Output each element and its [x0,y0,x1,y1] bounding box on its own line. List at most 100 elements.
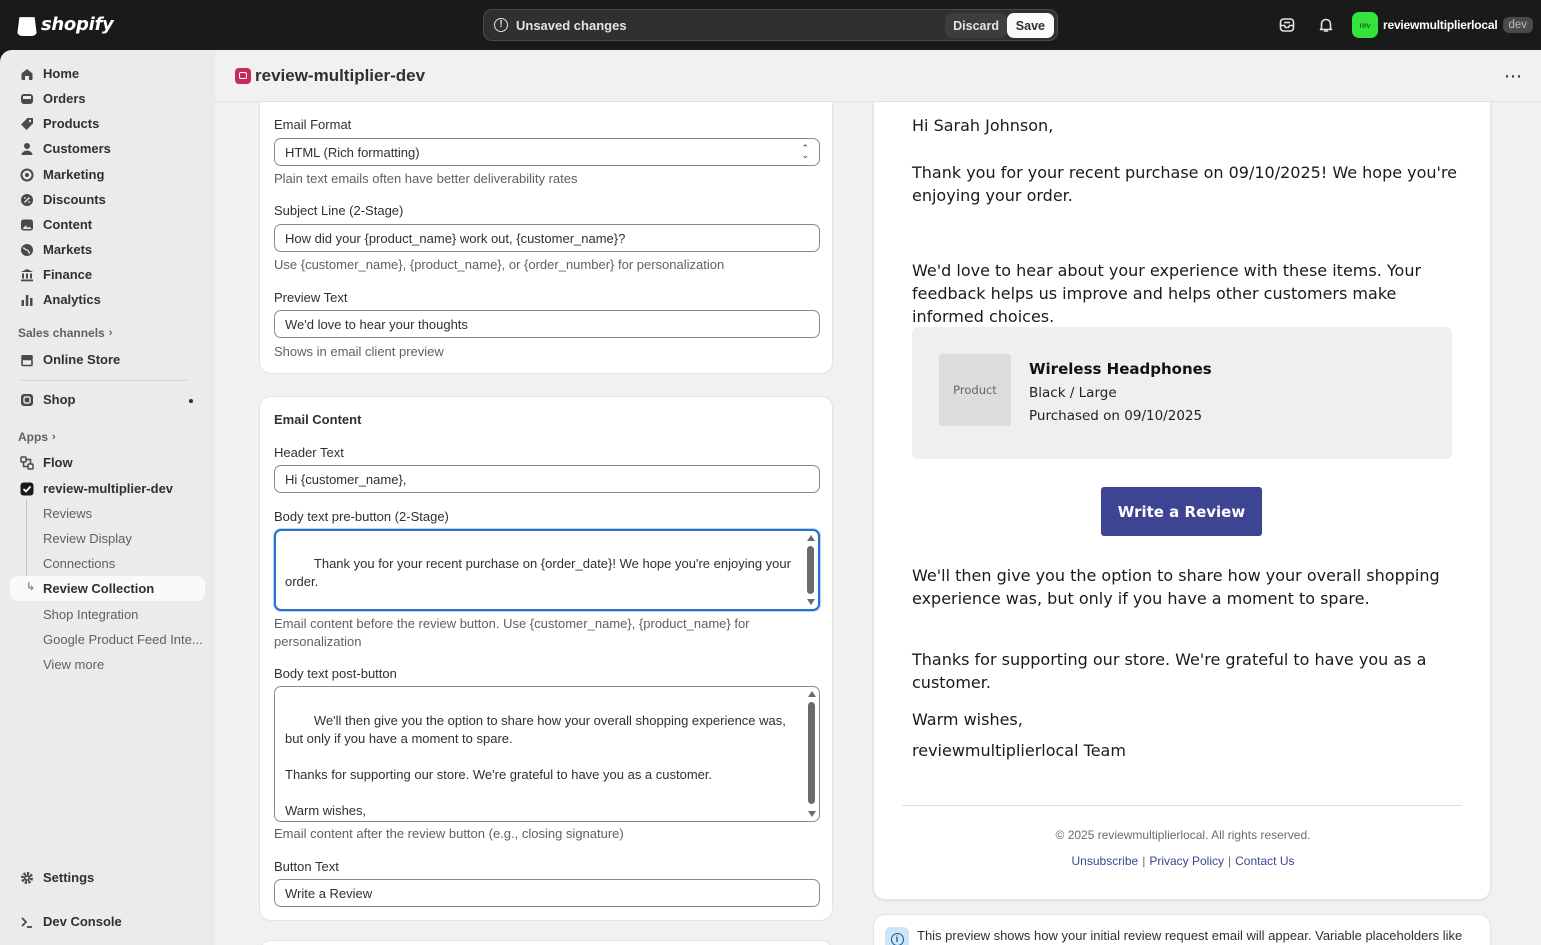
post-button-label: Body text post-button [274,666,397,681]
sidebar-item-label: Markets [43,242,93,257]
top-bar: shopify ! Unsaved changes Discard Save r… [0,0,1541,50]
write-review-button[interactable]: Write a Review [1101,487,1262,536]
scroll-thumb[interactable] [808,702,815,804]
shopify-logo[interactable]: shopify [17,13,114,36]
sidebar-item-marketing[interactable]: Marketing [10,162,205,187]
preview-paragraph-1: Thank you for your recent purchase on 09… [912,163,1458,205]
sidebar-item-label: Analytics [43,292,101,307]
preview-signoff: Warm wishes, [912,710,1023,729]
inbox-icon [20,92,34,106]
button-text-input[interactable]: Write a Review [274,879,820,907]
sidebar-item-label: Finance [43,267,93,282]
app-frame: Email Format HTML (Rich formatting) ⌃ ⌄ P… [238,102,1508,945]
sidebar-item-finance[interactable]: Finance [10,262,205,287]
header-text-input[interactable]: Hi {customer_name}, [274,465,820,493]
contact-us-link[interactable]: Contact Us [1235,854,1294,868]
sidebar-item-review-multiplier[interactable]: review-multiplier-dev [10,476,205,501]
more-actions-icon[interactable]: ⋯ [1504,66,1523,87]
app-title: review-multiplier-dev [255,65,426,85]
pre-button-label: Body text pre-button (2-Stage) [274,509,449,524]
apps-heading[interactable]: Apps › [18,430,56,444]
textarea-scrollbar[interactable] [805,535,816,605]
inbox-tray-icon[interactable] [1278,16,1296,34]
sidebar-subitem-google-feed[interactable]: Google Product Feed Inte... [10,627,205,652]
footer-divider [902,805,1462,806]
product-image-placeholder: Product [939,354,1011,426]
post-button-textarea[interactable]: We'll then give you the option to share … [274,686,820,822]
sidebar-item-products[interactable]: Products [10,111,205,136]
product-summary: Product Wireless Headphones Black / Larg… [912,327,1452,459]
sidebar-subitem-review-collection[interactable]: ↳ Review Collection [10,576,205,601]
sidebar-item-online-store[interactable]: Online Store [10,347,205,372]
app-header: review-multiplier-dev ⋯ [215,50,1541,102]
sidebar-item-shop[interactable]: Shop [10,387,205,412]
sidebar-item-label: Shop [43,392,76,407]
subject-value: How did your {product_name} work out, {c… [285,230,626,246]
unread-dot [189,399,193,403]
sidebar-item-customers[interactable]: Customers [10,136,205,161]
preview-signature: reviewmultiplierlocal Team [912,741,1126,760]
footer-links: Unsubscribe | Privacy Policy | Contact Us [874,854,1492,868]
preview-text-input[interactable]: We'd love to hear your thoughts [274,310,820,338]
sidebar-item-label: Dev Console [43,914,122,929]
email-settings-card: Email Format HTML (Rich formatting) ⌃ ⌄ P… [259,102,833,374]
scroll-down-arrow-icon[interactable] [807,599,815,605]
save-button[interactable]: Save [1006,13,1054,38]
bell-icon[interactable] [1317,16,1335,34]
subject-input[interactable]: How did your {product_name} work out, {c… [274,224,820,252]
discard-button[interactable]: Discard [945,13,1007,38]
scroll-thumb[interactable] [807,546,814,594]
chevron-right-icon: › [108,327,113,339]
preview-text-value: We'd love to hear your thoughts [285,316,468,332]
sidebar-item-content[interactable]: Content [10,212,205,237]
sidebar-item-label: Online Store [43,352,121,367]
textarea-scrollbar[interactable] [806,691,817,817]
unsaved-changes-bar: ! Unsaved changes Discard Save [483,9,1058,41]
app-logo-icon [235,67,251,84]
sidebar-item-orders[interactable]: Orders [10,86,205,111]
button-text-value: Write a Review [285,885,373,901]
next-card [259,940,833,945]
preview-text-help: Shows in email client preview [274,344,444,359]
unsubscribe-link[interactable]: Unsubscribe [1072,854,1139,868]
scroll-up-arrow-icon[interactable] [807,535,815,541]
shop-app-icon [20,393,34,407]
alert-circle-icon: ! [494,18,508,32]
sidebar-item-label: Customers [43,141,111,156]
button-text-label: Button Text [274,859,339,874]
sidebar-item-discounts[interactable]: Discounts [10,187,205,212]
sidebar-item-analytics[interactable]: Analytics [10,287,205,312]
discount-icon [20,193,34,207]
email-format-label: Email Format [274,117,352,132]
sidebar-item-label: review-multiplier-dev [43,481,174,496]
pre-button-textarea[interactable]: Thank you for your recent purchase on {o… [274,529,820,611]
scroll-up-arrow-icon[interactable] [808,691,816,697]
email-format-value: HTML (Rich formatting) [285,144,420,160]
sidebar-item-settings[interactable]: Settings [10,865,205,890]
gear-icon [20,871,34,885]
link-separator: | [1228,854,1232,868]
sidebar-item-home[interactable]: Home [10,61,205,86]
sidebar-subitem-shop-integration[interactable]: Shop Integration [10,602,205,627]
store-menu[interactable]: rev reviewmultiplierlocal dev [1352,12,1534,38]
preview-greeting: Hi Sarah Johnson, [912,116,1054,135]
dev-badge: dev [1502,17,1534,33]
sidebar-subitem-reviews[interactable]: Reviews [10,501,205,526]
sidebar-item-flow[interactable]: Flow [10,450,205,475]
preview-info-banner: i This preview shows how your initial re… [873,914,1491,945]
sales-channels-heading[interactable]: Sales channels › [18,326,112,340]
bank-icon [20,268,34,282]
sidebar-item-dev-console[interactable]: Dev Console [10,909,205,934]
sidebar-subitem-connections[interactable]: Connections [10,551,205,576]
sidebar-item-label: Flow [43,455,73,470]
product-purchase-date: Purchased on 09/10/2025 [1029,408,1203,424]
email-format-select[interactable]: HTML (Rich formatting) ⌃ ⌄ [274,138,820,166]
sidebar-subitem-review-display[interactable]: Review Display [10,526,205,551]
product-variant: Black / Large [1029,385,1117,401]
pre-button-value: Thank you for your recent purchase on {o… [285,556,791,589]
code-icon [20,915,34,929]
sidebar-item-markets[interactable]: Markets [10,237,205,262]
scroll-down-arrow-icon[interactable] [808,811,816,817]
sidebar-view-more[interactable]: View more [10,652,205,677]
privacy-policy-link[interactable]: Privacy Policy [1149,854,1224,868]
